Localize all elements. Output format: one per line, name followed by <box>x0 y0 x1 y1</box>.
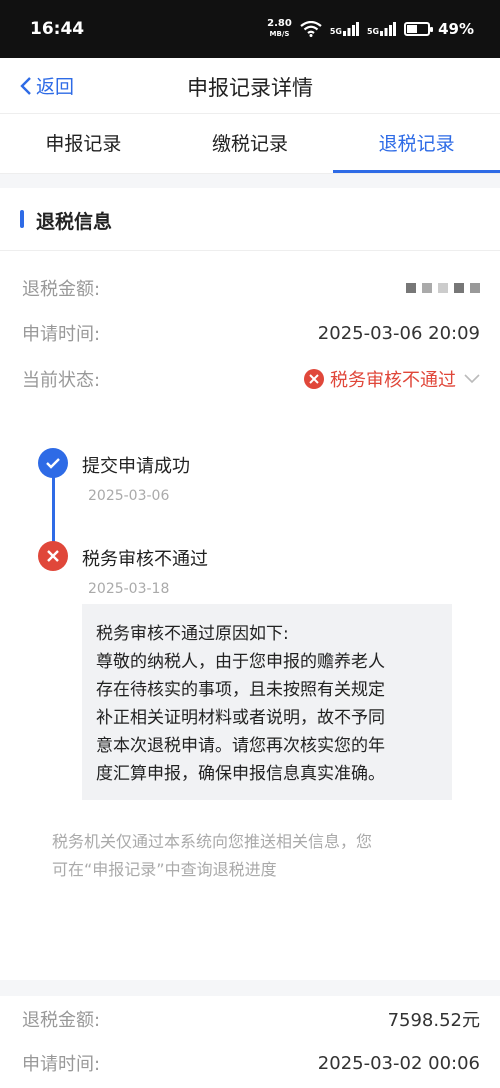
battery-icon <box>404 22 434 36</box>
apply-time-value: 2025-03-02 00:06 <box>317 1052 480 1074</box>
reason-line: 补正相关证明材料或者说明，故不予同 <box>96 708 385 728</box>
reason-line: 存在待核实的事项，且未按照有关规定 <box>96 680 385 700</box>
tab-payment-records[interactable]: 缴税记录 <box>167 114 334 173</box>
apply-time-row: 申请时间: 2025-03-02 00:06 <box>22 1048 480 1078</box>
record-tabs: 申报记录 缴税记录 退税记录 <box>0 114 500 174</box>
amount-row: 退税金额: 7598.52元 <box>22 1004 480 1034</box>
amount-label: 退税金额: <box>22 1010 101 1031</box>
chevron-down-icon <box>464 374 480 384</box>
timeline-step-title: 税务审核不通过 <box>82 549 208 570</box>
nav-bar: 返回 申报记录详情 <box>0 58 500 114</box>
signal-icon-2: 5G <box>367 22 397 36</box>
rejection-reason-box: 税务审核不通过原因如下: 尊敬的纳税人，由于您申报的赡养老人 存在待核实的事项，… <box>82 604 452 800</box>
apply-time-label: 申请时间: <box>22 324 101 345</box>
tab-declaration-records[interactable]: 申报记录 <box>0 114 167 173</box>
tab-refund-records[interactable]: 退税记录 <box>333 114 500 173</box>
apply-time-value: 2025-03-06 20:09 <box>317 322 480 344</box>
clock: 16:44 <box>30 19 85 39</box>
check-circle-icon <box>38 448 68 478</box>
amount-label: 退税金额: <box>22 279 101 300</box>
notice-text: 税务机关仅通过本系统向您推送相关信息，您 可在“申报记录”中查询退税进度 <box>52 832 373 879</box>
status-dropdown[interactable]: 税务审核不通过 <box>304 366 480 392</box>
wifi-icon <box>300 21 322 37</box>
status-value: 税务审核不通过 <box>330 370 456 391</box>
battery-percent: 49% <box>438 20 474 38</box>
amount-row: 退税金额: <box>22 273 480 303</box>
status-icons: 2.80 MB/S 5G 5G 49% <box>267 19 474 39</box>
status-label: 当前状态: <box>22 370 101 391</box>
section-header: 退税信息 <box>0 188 500 251</box>
section-title: 退税信息 <box>36 211 113 233</box>
signal-icon-1: 5G <box>330 22 359 36</box>
apply-time-label: 申请时间: <box>22 1054 101 1075</box>
refund-card: 退税信息 退税金额: 申请时间: 2025-03-06 20:09 当前状态: … <box>0 188 500 980</box>
reason-line: 尊敬的纳税人，由于您申报的赡养老人 <box>96 652 385 672</box>
timeline-step-date: 2025-03-18 <box>88 581 170 597</box>
reason-line: 税务审核不通过原因如下: <box>96 624 289 644</box>
second-record-card: 退税金额: 7598.52元 申请时间: 2025-03-02 00:06 <box>0 996 500 1088</box>
network-speed: 2.80 MB/S <box>267 18 292 39</box>
reason-line: 意本次退税申请。请您再次核实您的年 <box>96 736 385 756</box>
error-circle-icon <box>38 541 68 571</box>
status-bar: 16:44 2.80 MB/S 5G 5G 49% <box>0 0 500 58</box>
status-row: 当前状态: 税务审核不通过 <box>22 364 480 394</box>
timeline-step-date: 2025-03-06 <box>88 488 170 504</box>
timeline-step-title: 提交申请成功 <box>82 456 190 477</box>
section-accent-bar <box>20 210 24 228</box>
apply-time-row: 申请时间: 2025-03-06 20:09 <box>22 318 480 348</box>
masked-amount <box>406 283 480 293</box>
amount-value: 7598.52元 <box>387 1010 480 1031</box>
error-circle-icon <box>304 369 324 389</box>
reason-line: 度汇算申报，确保申报信息真实准确。 <box>96 764 385 784</box>
page-title: 申报记录详情 <box>187 76 313 100</box>
